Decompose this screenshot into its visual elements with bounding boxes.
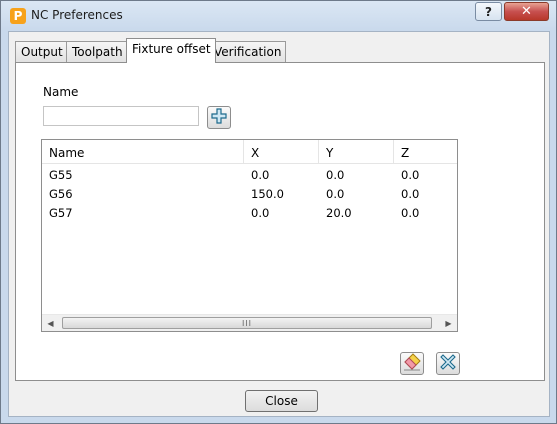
cell-name: G55 bbox=[49, 168, 73, 182]
scroll-thumb[interactable]: III bbox=[62, 317, 432, 329]
cell-y: 0.0 bbox=[326, 187, 345, 201]
table-row[interactable]: G57 0.0 20.0 0.0 bbox=[42, 204, 457, 223]
name-label: Name bbox=[43, 85, 79, 99]
tab-verification[interactable]: Verification bbox=[208, 41, 287, 62]
horizontal-scrollbar[interactable]: ◀ III ▶ bbox=[42, 314, 457, 331]
cell-x: 0.0 bbox=[251, 168, 270, 182]
column-header-x[interactable]: X bbox=[244, 140, 319, 164]
scroll-left-arrow-icon[interactable]: ◀ bbox=[42, 315, 59, 331]
clear-button[interactable] bbox=[400, 352, 424, 375]
cell-z: 0.0 bbox=[401, 187, 420, 201]
help-button[interactable]: ? bbox=[475, 2, 502, 21]
fixture-offset-table[interactable]: Name X Y Z G55 0.0 0.0 0.0 G56 150.0 0.0… bbox=[41, 139, 458, 332]
table-header: Name X Y Z bbox=[42, 140, 457, 164]
column-header-y[interactable]: Y bbox=[319, 140, 394, 164]
cell-z: 0.0 bbox=[401, 168, 420, 182]
tab-toolpath[interactable]: Toolpath bbox=[66, 41, 128, 62]
tab-output[interactable]: Output bbox=[15, 41, 68, 62]
cell-name: G56 bbox=[49, 187, 73, 201]
scroll-right-arrow-icon[interactable]: ▶ bbox=[440, 315, 457, 331]
plus-icon bbox=[210, 107, 228, 128]
cell-name: G57 bbox=[49, 206, 73, 220]
cell-x: 0.0 bbox=[251, 206, 270, 220]
dialog-body: Output Toolpath Fixture offset Verificat… bbox=[8, 31, 550, 417]
title-bar[interactable]: P NC Preferences ? ✕ bbox=[1, 1, 556, 31]
cell-x: 150.0 bbox=[251, 187, 284, 201]
fixture-offset-panel: Name Name X Y Z G55 0.0 0.0 0.0 G56 150.… bbox=[15, 62, 545, 381]
cell-y: 0.0 bbox=[326, 168, 345, 182]
app-icon: P bbox=[10, 8, 26, 24]
column-header-name[interactable]: Name bbox=[42, 140, 244, 164]
cell-y: 20.0 bbox=[326, 206, 352, 220]
column-header-z[interactable]: Z bbox=[394, 140, 457, 164]
delete-button[interactable] bbox=[436, 352, 460, 375]
table-row[interactable]: G56 150.0 0.0 0.0 bbox=[42, 185, 457, 204]
window-title: NC Preferences bbox=[31, 8, 123, 22]
nc-preferences-window: P NC Preferences ? ✕ Output Toolpath Fix… bbox=[0, 0, 557, 424]
name-input[interactable] bbox=[43, 106, 199, 126]
table-row[interactable]: G55 0.0 0.0 0.0 bbox=[42, 166, 457, 185]
close-button[interactable]: Close bbox=[245, 390, 318, 412]
window-close-button[interactable]: ✕ bbox=[504, 2, 549, 21]
eraser-icon bbox=[402, 352, 422, 375]
tab-fixture-offset[interactable]: Fixture offset bbox=[126, 38, 216, 63]
cell-z: 0.0 bbox=[401, 206, 420, 220]
add-offset-button[interactable] bbox=[207, 106, 231, 129]
delete-cross-icon bbox=[438, 352, 458, 375]
